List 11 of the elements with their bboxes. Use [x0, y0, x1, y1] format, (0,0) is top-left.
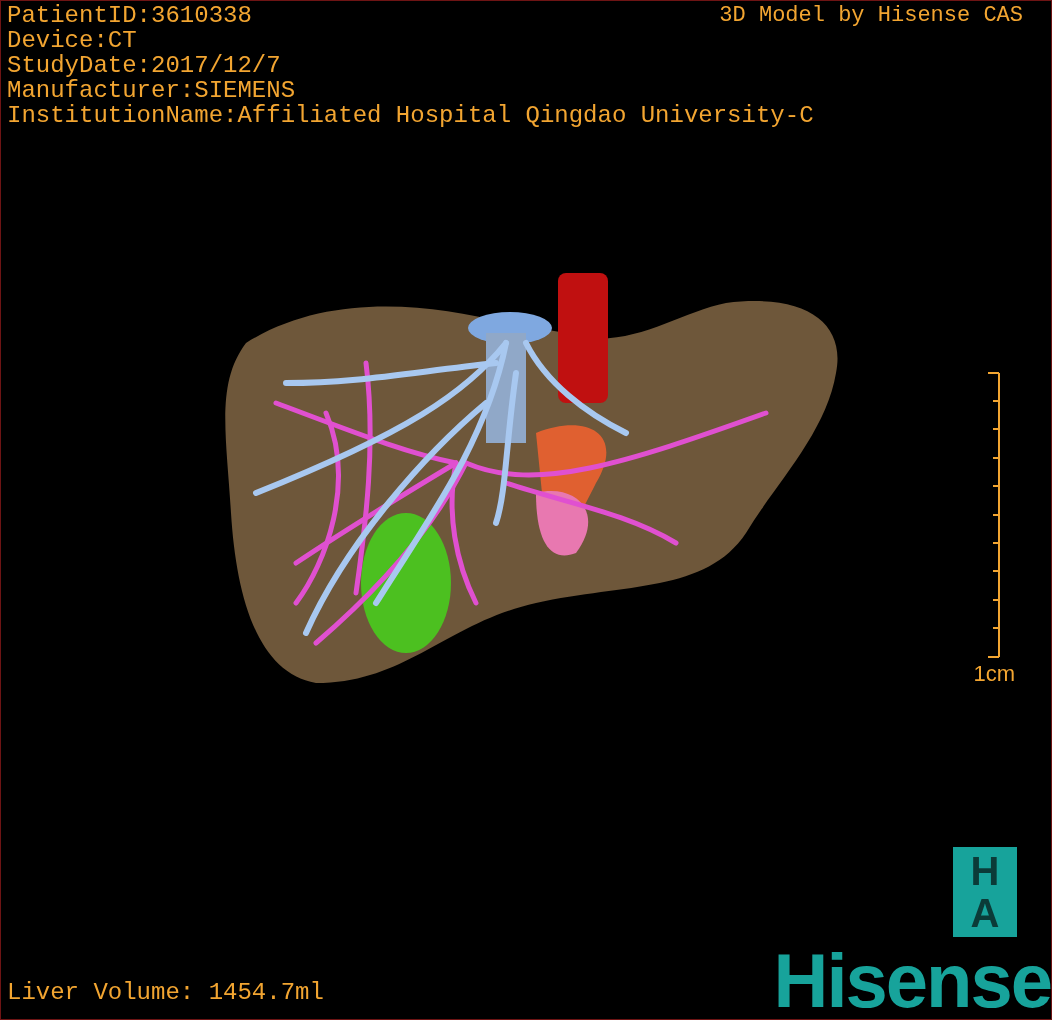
study-info-text: PatientID:3610338 [7, 3, 252, 28]
viewer-title: 3D Model by Hisense CAS [719, 3, 1023, 28]
study-info-text: InstitutionName:Affiliated Hospital Qingdao University-C [7, 103, 814, 128]
logo-badge: H A [953, 847, 1017, 937]
study-info-text: Device:CT [7, 28, 137, 53]
study-info-text: Manufacturer:SIEMENS [7, 78, 296, 103]
brand-logo-text: Hisense [773, 949, 1051, 1013]
liver-volume-text: Liver Volume: 1454.7ml [7, 980, 324, 1005]
scale-bar-icon [987, 372, 1002, 658]
study-info-text: StudyDate:2017/12/7 [7, 53, 281, 78]
scale-label: 1cm [973, 662, 1015, 686]
